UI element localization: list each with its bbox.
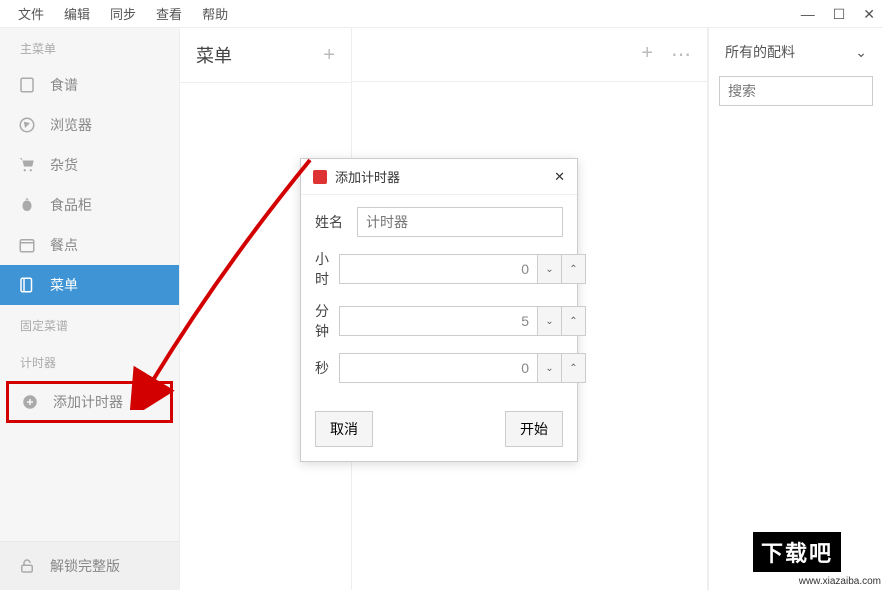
watermark-text: 下载吧 <box>751 530 843 574</box>
minimize-icon[interactable]: — <box>801 6 815 22</box>
sidebar-heading-main: 主菜单 <box>0 28 179 65</box>
timer-name-input[interactable] <box>357 207 563 237</box>
plus-circle-icon <box>21 393 39 411</box>
chevron-down-icon: ⌄ <box>855 44 867 61</box>
hour-label: 小时 <box>315 249 329 289</box>
sidebar-item-recipes[interactable]: 食谱 <box>0 65 179 105</box>
cart-icon <box>18 156 36 174</box>
second-input[interactable] <box>339 353 538 383</box>
dialog-close-icon[interactable]: ✕ <box>554 169 565 185</box>
start-button[interactable]: 开始 <box>505 411 563 447</box>
detail-column-header: + ⋯ <box>352 28 707 82</box>
menu-icon <box>18 276 36 294</box>
sidebar-item-label: 食谱 <box>50 75 78 95</box>
second-label: 秒 <box>315 358 329 378</box>
menu-column-header: 菜单 + <box>180 28 351 83</box>
dropdown-label: 所有的配料 <box>725 42 795 62</box>
sidebar-item-label: 食品柜 <box>50 195 92 215</box>
window-controls: — ☐ ✕ <box>801 0 875 28</box>
right-panel: 所有的配料 ⌄ <box>708 28 883 590</box>
sidebar-item-grocery[interactable]: 杂货 <box>0 145 179 185</box>
sidebar-item-label: 餐点 <box>50 235 78 255</box>
menu-sync[interactable]: 同步 <box>100 0 146 27</box>
watermark-url: www.xiazaiba.com <box>751 576 881 587</box>
sidebar-item-label: 杂货 <box>50 155 78 175</box>
cancel-button[interactable]: 取消 <box>315 411 373 447</box>
minute-up-button[interactable]: ⌃ <box>562 306 586 336</box>
second-down-button[interactable]: ⌄ <box>538 353 562 383</box>
unlock-label: 解锁完整版 <box>50 556 120 576</box>
search-input[interactable] <box>728 83 864 99</box>
menu-file[interactable]: 文件 <box>8 0 54 27</box>
close-icon[interactable]: ✕ <box>863 6 875 23</box>
hour-up-button[interactable]: ⌃ <box>562 254 586 284</box>
name-label: 姓名 <box>315 212 347 232</box>
book-icon <box>18 76 36 94</box>
watermark: 下载吧 www.xiazaiba.com <box>751 530 881 588</box>
sidebar-heading-fixed: 固定菜谱 <box>0 305 179 342</box>
sidebar-item-menu[interactable]: 菜单 <box>0 265 179 305</box>
minute-down-button[interactable]: ⌄ <box>538 306 562 336</box>
maximize-icon[interactable]: ☐ <box>833 6 846 23</box>
sidebar-item-browser[interactable]: 浏览器 <box>0 105 179 145</box>
add-item-icon[interactable]: + <box>641 42 653 67</box>
sidebar-item-label: 添加计时器 <box>53 392 123 412</box>
calendar-icon <box>18 236 36 254</box>
app-icon <box>313 170 327 184</box>
lock-icon <box>18 557 36 575</box>
more-icon[interactable]: ⋯ <box>671 42 691 67</box>
sidebar-item-pantry[interactable]: 食品柜 <box>0 185 179 225</box>
add-menu-icon[interactable]: + <box>323 44 335 67</box>
unlock-button[interactable]: 解锁完整版 <box>0 541 179 590</box>
sidebar: 主菜单 食谱 浏览器 杂货 食品柜 餐点 菜单 固定菜谱 计时器 <box>0 28 180 590</box>
ingredients-dropdown[interactable]: 所有的配料 ⌄ <box>709 28 883 76</box>
menubar: 文件 编辑 同步 查看 帮助 — ☐ ✕ <box>0 0 883 28</box>
hour-down-button[interactable]: ⌄ <box>538 254 562 284</box>
minute-label: 分钟 <box>315 301 329 341</box>
minute-input[interactable] <box>339 306 538 336</box>
menu-view[interactable]: 查看 <box>146 0 192 27</box>
menu-column-title: 菜单 <box>196 42 232 68</box>
sidebar-item-label: 菜单 <box>50 275 78 295</box>
menu-help[interactable]: 帮助 <box>192 0 238 27</box>
second-up-button[interactable]: ⌃ <box>562 353 586 383</box>
hour-input[interactable] <box>339 254 538 284</box>
sidebar-item-meals[interactable]: 餐点 <box>0 225 179 265</box>
search-box[interactable] <box>719 76 873 106</box>
annotation-highlight: 添加计时器 <box>6 381 173 423</box>
add-timer-dialog: 添加计时器 ✕ 姓名 小时 ⌄ ⌃ 分钟 ⌄ ⌃ 秒 <box>300 158 578 462</box>
sidebar-item-add-timer[interactable]: 添加计时器 <box>9 384 170 420</box>
dialog-title-text: 添加计时器 <box>335 167 400 186</box>
sidebar-heading-timer: 计时器 <box>0 342 179 379</box>
sidebar-item-label: 浏览器 <box>50 115 92 135</box>
menu-edit[interactable]: 编辑 <box>54 0 100 27</box>
compass-icon <box>18 116 36 134</box>
apple-icon <box>18 196 36 214</box>
